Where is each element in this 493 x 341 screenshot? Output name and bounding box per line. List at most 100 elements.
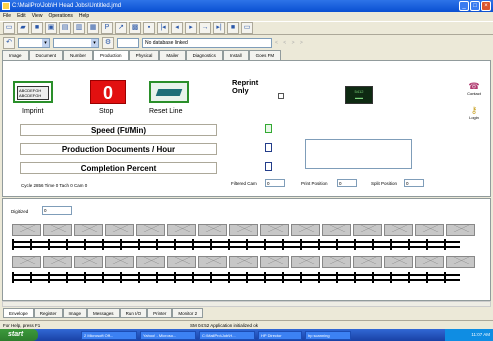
reprint-only-checkbox[interactable] xyxy=(278,93,284,99)
envelope-icon xyxy=(384,224,413,236)
page-icon[interactable]: P xyxy=(101,22,113,34)
tab-diagnostics[interactable]: Diagnostics xyxy=(185,50,223,60)
maximize-button[interactable]: □ xyxy=(470,1,480,11)
font-select[interactable]: ▾ xyxy=(53,37,99,48)
envelope-icon xyxy=(167,256,196,268)
key-icon: ⚷ xyxy=(470,105,478,115)
save-icon[interactable]: ■ xyxy=(31,22,43,34)
start-button[interactable]: start xyxy=(0,329,38,341)
taskbar: start 2 Microsoft Off... Yahoo! - Micros… xyxy=(0,329,493,341)
cycle-info: Cycle 2856 Time 0 Tach 0 Cam 0 xyxy=(21,183,88,188)
envelope-icon xyxy=(291,256,320,268)
stop-icon[interactable]: ■ xyxy=(227,22,239,34)
envelope-icon xyxy=(353,256,382,268)
open-icon[interactable]: ▰ xyxy=(17,22,29,34)
close-button[interactable]: × xyxy=(481,1,491,11)
tab-image[interactable]: Image xyxy=(2,50,29,60)
production-rate-display: Production Documents / Hour xyxy=(20,143,217,155)
speed-indicator xyxy=(265,124,272,133)
document-icon[interactable]: ▥ xyxy=(73,22,85,34)
tab-mailer[interactable]: Mailer xyxy=(159,50,186,60)
imprint-preview: ABCDEFGH ABCDEFGH xyxy=(17,86,49,100)
tab-install[interactable]: Install xyxy=(222,50,249,60)
production-panel: ABCDEFGH ABCDEFGH Imprint 0 Stop Reset Li… xyxy=(2,60,491,197)
tab-monitor-2[interactable]: Monitor 2 xyxy=(172,308,204,318)
tab-messages[interactable]: Messages xyxy=(87,308,120,318)
menu-file[interactable]: File xyxy=(3,12,11,21)
task-mailpro[interactable]: C:\MailPro\Job\H... xyxy=(199,330,255,340)
tab-run-io[interactable]: Run I/O xyxy=(119,308,148,318)
tab-production[interactable]: Production xyxy=(93,50,129,60)
menu-view[interactable]: View xyxy=(32,12,43,21)
menu-edit[interactable]: Edit xyxy=(17,12,26,21)
phone-icon: ☎ xyxy=(468,81,480,91)
imprint-button[interactable]: ABCDEFGH ABCDEFGH xyxy=(13,81,53,103)
grid-icon[interactable]: ▩ xyxy=(129,22,141,34)
window-title: C:\MailPro\Job\H Head Jobs\Untitled.jmd xyxy=(12,3,122,9)
next-icon[interactable]: ▸ xyxy=(185,22,197,34)
envelope-icon xyxy=(136,256,165,268)
tab-image-bottom[interactable]: Image xyxy=(62,308,88,318)
menu-operations[interactable]: Operations xyxy=(48,12,72,21)
forward-icon[interactable]: → xyxy=(199,22,211,34)
digitized-label: Digitized xyxy=(11,209,29,214)
envelope-icon xyxy=(167,224,196,236)
zoom-field[interactable] xyxy=(117,37,139,48)
envelope-icon xyxy=(74,224,103,236)
layer-select[interactable]: ▾ xyxy=(18,37,50,48)
task-hp-director[interactable]: HP Director xyxy=(258,330,302,340)
task-hp-scanning[interactable]: hp scanning xyxy=(305,330,351,340)
tab-envelope[interactable]: Envelope xyxy=(3,308,34,318)
split-position-field[interactable]: 0 xyxy=(404,179,424,187)
system-clock: 11:07 AM xyxy=(445,329,493,341)
first-icon[interactable]: |◂ xyxy=(157,22,169,34)
task-yahoo[interactable]: Yahoo! - Microso... xyxy=(140,330,196,340)
image-icon[interactable]: ▤ xyxy=(59,22,71,34)
table-icon[interactable]: ▦ xyxy=(87,22,99,34)
envelope-icon xyxy=(353,224,382,236)
envelope-icon xyxy=(198,224,227,236)
settings-icon[interactable]: ⚙ xyxy=(102,36,114,49)
tab-register[interactable]: Register xyxy=(33,308,63,318)
envelope-icon xyxy=(105,224,134,236)
contact-button[interactable]: ☎ Contact xyxy=(464,81,484,96)
edit-icon[interactable]: ↗ xyxy=(115,22,127,34)
conveyor-panel: Digitized 0 xyxy=(2,198,491,301)
tab-goes-fm[interactable]: Goes FM xyxy=(248,50,282,60)
chip-icon[interactable]: ▪ xyxy=(143,22,155,34)
monitor-icon[interactable]: ▭ xyxy=(241,22,253,34)
horizontal-scrollbar[interactable] xyxy=(2,301,491,307)
undo-icon[interactable]: ↶ xyxy=(3,36,15,49)
minimize-button[interactable]: _ xyxy=(459,1,469,11)
task-office[interactable]: 2 Microsoft Off... xyxy=(81,330,137,340)
stop-button[interactable]: 0 xyxy=(90,80,126,104)
new-icon[interactable]: ▭ xyxy=(3,22,15,34)
tab-document[interactable]: Document xyxy=(28,50,64,60)
menu-help[interactable]: Help xyxy=(79,12,89,21)
print-position-field[interactable]: 0 xyxy=(337,179,357,187)
last-icon[interactable]: ▸| xyxy=(213,22,225,34)
digitized-field[interactable]: 0 xyxy=(42,206,72,215)
envelope-icon xyxy=(415,224,444,236)
tab-number[interactable]: Number xyxy=(63,50,94,60)
envelope-icon xyxy=(43,256,72,268)
envelope-icon xyxy=(43,224,72,236)
bottom-tabs: Envelope Register Image Messages Run I/O… xyxy=(3,308,204,318)
tab-printer[interactable]: Printer xyxy=(147,308,173,318)
database-status: No database linked xyxy=(142,37,272,48)
filtered-cam-field[interactable]: 0 xyxy=(265,179,285,187)
envelope-icon xyxy=(291,224,320,236)
envelope-icon xyxy=(322,224,351,236)
prev-icon[interactable]: ◂ xyxy=(171,22,183,34)
reprint-only-label: Reprint Only xyxy=(232,78,259,95)
app-icon xyxy=(2,2,10,10)
login-button[interactable]: ⚷ Login xyxy=(464,105,484,120)
envelope-icon xyxy=(260,224,289,236)
reset-line-button[interactable] xyxy=(149,81,189,103)
imprint-line-2: ABCDEFGH xyxy=(19,93,42,98)
menu-bar: File Edit View Operations Help xyxy=(0,12,493,21)
record-nav[interactable]: < < > > xyxy=(275,40,305,46)
tab-physical[interactable]: Physical xyxy=(128,50,160,60)
status-bar: For Help, press F1 SM 04:52 Application … xyxy=(0,320,493,329)
print-icon[interactable]: ▣ xyxy=(45,22,57,34)
